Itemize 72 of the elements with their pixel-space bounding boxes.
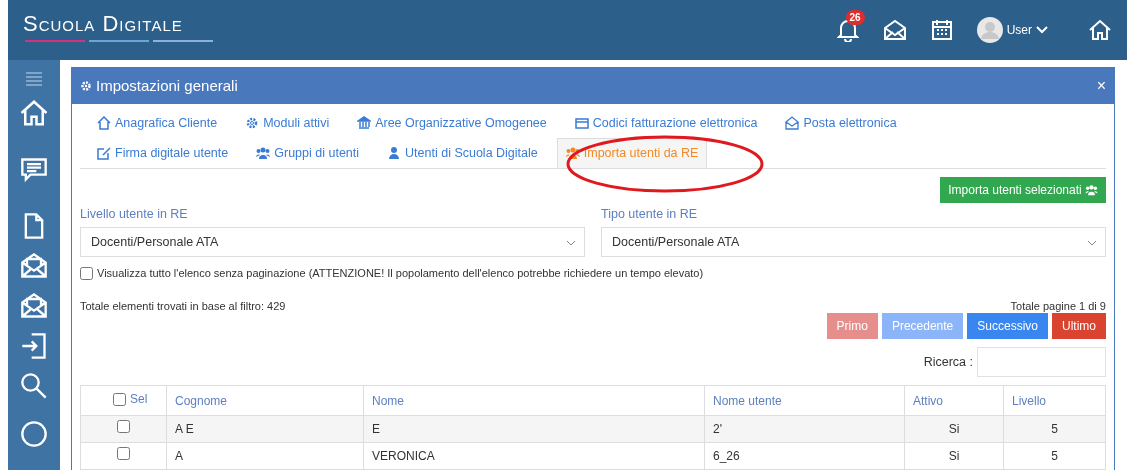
card-icon [574, 116, 589, 131]
users-icon [256, 146, 271, 161]
tab[interactable]: Anagrafica Cliente [88, 108, 227, 138]
user-menu[interactable]: User [976, 17, 1048, 43]
chevron-down-icon [1087, 240, 1097, 247]
column-header: Sel [130, 391, 148, 409]
column-header: Nome utente [713, 393, 782, 408]
dropdown[interactable]: Docenti/Personale ATA [80, 227, 585, 258]
table-cell: Si [948, 448, 960, 463]
table-cell: Si [948, 421, 960, 436]
column-header: Nome [372, 393, 404, 408]
table-cell: A [175, 448, 183, 463]
column-header: Cognome [175, 393, 228, 408]
tab[interactable]: Moduli attivi [236, 108, 339, 138]
table-cell: VERONICA [372, 448, 435, 463]
table-cell: E [372, 421, 380, 436]
user-icon [387, 146, 402, 161]
home-icon[interactable] [19, 98, 49, 128]
message-icon[interactable] [20, 156, 48, 184]
checkbox[interactable] [80, 267, 93, 280]
users-icon [1085, 184, 1098, 197]
chevron-down-icon [1036, 26, 1048, 34]
app-logo: Scuola Digitale [23, 10, 184, 38]
search-label: Ricerca : [923, 353, 973, 371]
close-button[interactable]: × [1096, 74, 1106, 98]
circle-icon[interactable] [20, 420, 48, 448]
calendar-icon[interactable] [930, 19, 953, 41]
dropdown[interactable]: Docenti/Personale ATA [601, 227, 1106, 258]
tab[interactable]: Posta elettronica [776, 108, 906, 138]
chevron-down-icon [566, 240, 576, 247]
tab[interactable]: Firma digitale utente [88, 137, 238, 168]
tab[interactable]: Utenti di Scuola Digitale [378, 137, 547, 168]
users-icon [565, 146, 580, 161]
search-icon[interactable] [20, 372, 48, 400]
tab[interactable]: Gruppi di utenti [247, 137, 369, 168]
row-checkbox[interactable] [117, 446, 130, 460]
tab[interactable]: Importa utenti da RE [556, 137, 708, 168]
tab[interactable]: Aree Organizzative Omogenee [348, 108, 556, 138]
document-icon[interactable] [22, 212, 46, 240]
column-header: Attivo [913, 393, 943, 408]
envelope-icon [785, 116, 800, 131]
table-cell: 5 [1051, 448, 1058, 463]
table-cell: 5 [1051, 421, 1058, 436]
select-all-checkbox[interactable] [113, 392, 126, 406]
sign-in-icon[interactable] [20, 332, 48, 360]
table-cell: 2' [713, 421, 722, 436]
envelope-icon[interactable] [882, 19, 907, 41]
gear-icon [80, 80, 92, 92]
table-cell: 6_26 [713, 448, 740, 463]
home-icon[interactable] [1088, 18, 1112, 42]
home-icon [97, 116, 111, 131]
column-header: Livello [1012, 393, 1047, 408]
notification-badge: 26 [845, 10, 865, 25]
table-cell: A E [175, 421, 194, 436]
total-count: Totale elementi trovati in base al filtro: 429 [80, 298, 286, 314]
checkbox-label: Visualizza tutto l'elenco senza paginazione (ATTENZIONE! Il popolamento dell'elenco potrebbe richiedere un tempo elevato) [97, 266, 704, 282]
edit-icon [97, 146, 111, 161]
envelope-icon[interactable] [20, 292, 48, 320]
import-button[interactable]: Importa utenti selezionati [940, 176, 1106, 203]
dialog-title: Impostazioni generali [96, 75, 238, 96]
avatar-icon [976, 17, 1003, 43]
page-button[interactable]: Successivo [967, 313, 1048, 340]
bank-icon [357, 116, 372, 131]
field-label: Livello utente in RE [80, 205, 189, 223]
tab[interactable]: Codici fatturazione elettronica [565, 108, 767, 138]
page-button[interactable]: Ultimo [1052, 313, 1106, 340]
gear-icon [245, 116, 260, 131]
field-label: Tipo utente in RE [601, 205, 699, 223]
row-checkbox[interactable] [117, 419, 130, 433]
envelope-icon[interactable] [20, 252, 48, 280]
search-field[interactable] [977, 347, 1106, 378]
page-count: Totale pagine 1 di 9 [1010, 298, 1106, 314]
